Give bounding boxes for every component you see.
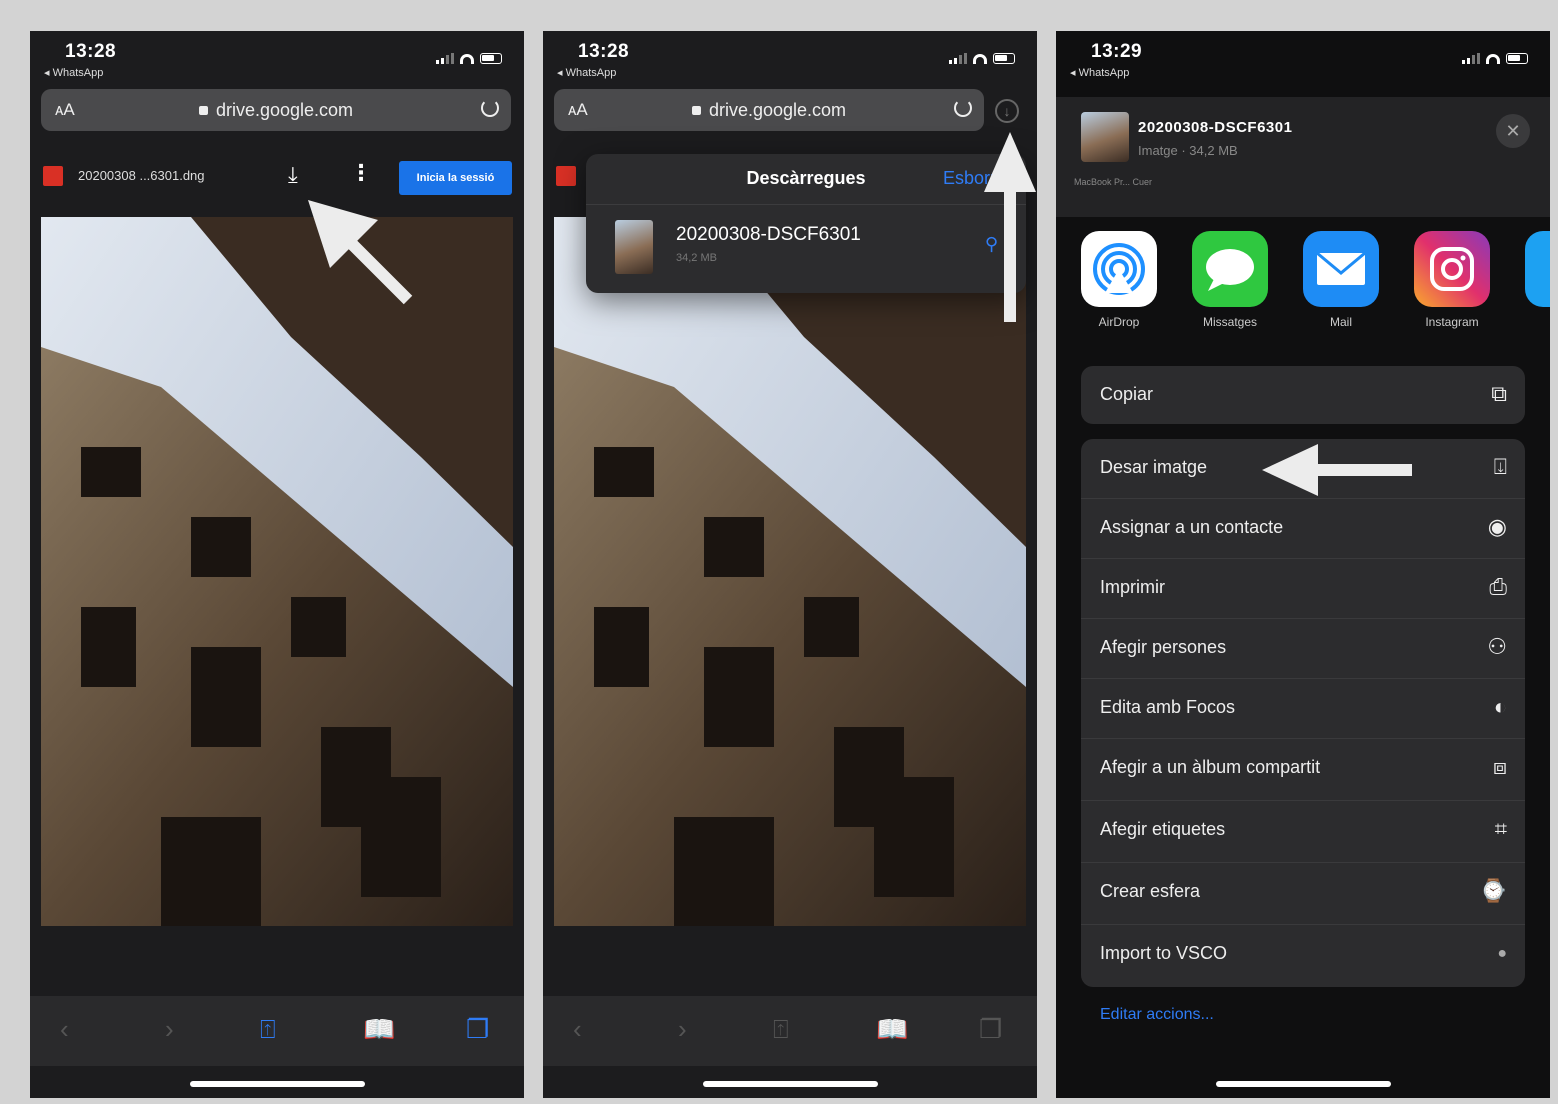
arrow-to-download-icon <box>308 200 413 305</box>
annotation-arrows <box>308 132 1412 496</box>
arrow-to-downloads-icon <box>984 132 1036 322</box>
arrow-to-save-image <box>1262 444 1412 496</box>
